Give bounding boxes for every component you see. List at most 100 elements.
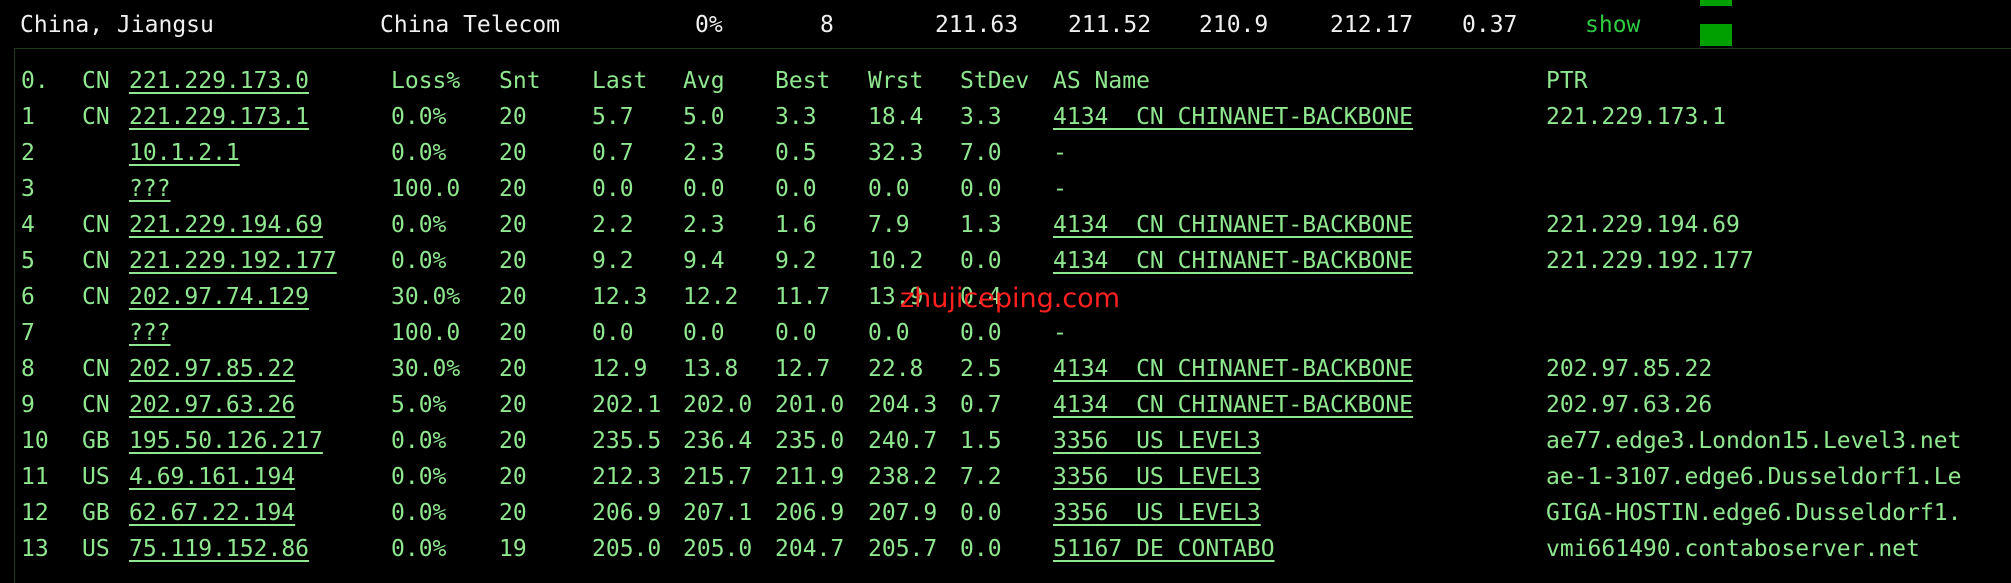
hop-ptr: ae77.edge3.London15.Level3.net: [1546, 428, 1962, 454]
hop-country: GB: [82, 500, 110, 526]
hop-host[interactable]: 195.50.126.217: [129, 426, 323, 456]
hop-as-name[interactable]: 4134 CN CHINANET-BACKBONE: [1053, 246, 1413, 276]
hop-wrst: 0.0: [868, 320, 910, 346]
origin-host[interactable]: 221.229.173.0: [129, 66, 309, 96]
hop-as-name[interactable]: 4134 CN CHINANET-BACKBONE: [1053, 210, 1413, 240]
hop-last: 235.5: [592, 428, 662, 454]
hop-number: 5: [21, 248, 35, 274]
hop-last: 202.1: [592, 392, 662, 418]
hop-snt: 20: [499, 392, 527, 418]
hop-country: US: [82, 536, 110, 562]
hop-ptr: vmi661490.contaboserver.net: [1546, 536, 1920, 562]
hop-host[interactable]: 10.1.2.1: [129, 138, 240, 168]
hop-as-name[interactable]: 4134 CN CHINANET-BACKBONE: [1053, 390, 1413, 420]
hop-last: 212.3: [592, 464, 662, 490]
hop-loss: 30.0%: [391, 356, 461, 382]
hop-snt: 20: [499, 320, 527, 346]
hop-snt: 20: [499, 248, 527, 274]
show-link[interactable]: show: [1585, 10, 1640, 40]
hop-ptr: 221.229.194.69: [1546, 212, 1740, 238]
hop-as-name: -: [1053, 176, 1067, 202]
hop-country: CN: [82, 392, 110, 418]
hop-snt: 20: [499, 464, 527, 490]
hop-country: CN: [82, 212, 110, 238]
hop-avg: 236.4: [683, 428, 753, 454]
hop-avg: 5.0: [683, 104, 725, 130]
hop-avg: 13.8: [683, 356, 739, 382]
hop-host[interactable]: 4.69.161.194: [129, 462, 295, 492]
header-stdev: StDev: [960, 68, 1030, 94]
hop-last: 206.9: [592, 500, 662, 526]
hop-as-name[interactable]: 4134 CN CHINANET-BACKBONE: [1053, 102, 1413, 132]
hop-host[interactable]: 221.229.173.1: [129, 102, 309, 132]
hop-number: 4: [21, 212, 35, 238]
hop-country: GB: [82, 428, 110, 454]
hop-avg: 9.4: [683, 248, 725, 274]
hop-loss: 0.0%: [391, 140, 447, 166]
traceroute-panel: 0. CN 221.229.173.0 Loss% Snt Last Avg B…: [14, 48, 2011, 583]
hop-stdev: 0.0: [960, 248, 1002, 274]
hop-host[interactable]: 62.67.22.194: [129, 498, 295, 528]
hop-stdev: 7.2: [960, 464, 1002, 490]
hop-best: 12.7: [775, 356, 831, 382]
hop-as-name[interactable]: 4134 CN CHINANET-BACKBONE: [1053, 354, 1413, 384]
hop-host[interactable]: ???: [129, 318, 171, 348]
hop-host[interactable]: 221.229.194.69: [129, 210, 323, 240]
hop-avg: 207.1: [683, 500, 753, 526]
hop-ptr: 202.97.63.26: [1546, 392, 1713, 418]
hop-as-name: -: [1053, 320, 1067, 346]
header-avg: Avg: [683, 68, 725, 94]
hop-avg: 202.0: [683, 392, 753, 418]
origin-country: CN: [82, 68, 110, 94]
summary-avg: 211.52: [1068, 12, 1152, 38]
hop-number: 13: [21, 536, 49, 562]
hop-last: 12.9: [592, 356, 648, 382]
hop-snt: 20: [499, 284, 527, 310]
hop-snt: 19: [499, 536, 527, 562]
hop-host[interactable]: ???: [129, 174, 171, 204]
hop-as-name[interactable]: 51167 DE CONTABO: [1053, 534, 1275, 564]
origin-index: 0.: [21, 68, 49, 94]
hop-best: 206.9: [775, 500, 845, 526]
hop-snt: 20: [499, 176, 527, 202]
header-snt: Snt: [499, 68, 541, 94]
summary-isp: China Telecom: [380, 12, 561, 38]
summary-best: 210.9: [1199, 12, 1269, 38]
hop-host[interactable]: 75.119.152.86: [129, 534, 309, 564]
hop-as-name[interactable]: 3356 US LEVEL3: [1053, 462, 1261, 492]
hop-loss: 0.0%: [391, 464, 447, 490]
hop-snt: 20: [499, 500, 527, 526]
hop-host[interactable]: 202.97.74.129: [129, 282, 309, 312]
hop-stdev: 7.0: [960, 140, 1002, 166]
hop-stdev: 0.0: [960, 500, 1002, 526]
hop-number: 6: [21, 284, 35, 310]
hop-host[interactable]: 202.97.85.22: [129, 354, 295, 384]
summary-row: China, Jiangsu China Telecom 0% 8 211.63…: [0, 0, 2011, 48]
summary-location: China, Jiangsu: [20, 12, 214, 38]
hop-best: 201.0: [775, 392, 845, 418]
hop-as-name[interactable]: 3356 US LEVEL3: [1053, 426, 1261, 456]
hop-wrst: 10.2: [868, 248, 924, 274]
hop-avg: 0.0: [683, 176, 725, 202]
hop-wrst: 205.7: [868, 536, 938, 562]
hop-snt: 20: [499, 428, 527, 454]
hop-country: CN: [82, 248, 110, 274]
hop-as-name[interactable]: 3356 US LEVEL3: [1053, 498, 1261, 528]
hop-number: 8: [21, 356, 35, 382]
hop-loss: 0.0%: [391, 212, 447, 238]
status-bar-top: [1700, 0, 1732, 6]
summary-worst: 212.17: [1330, 12, 1414, 38]
hop-best: 0.0: [775, 320, 817, 346]
hop-number: 1: [21, 104, 35, 130]
hop-loss: 0.0%: [391, 536, 447, 562]
hop-last: 5.7: [592, 104, 634, 130]
summary-last: 211.63: [935, 12, 1019, 38]
hop-country: CN: [82, 284, 110, 310]
hop-number: 2: [21, 140, 35, 166]
hop-host[interactable]: 221.229.192.177: [129, 246, 337, 276]
hop-number: 7: [21, 320, 35, 346]
hop-stdev: 1.3: [960, 212, 1002, 238]
hop-best: 0.5: [775, 140, 817, 166]
hop-best: 1.6: [775, 212, 817, 238]
hop-host[interactable]: 202.97.63.26: [129, 390, 295, 420]
